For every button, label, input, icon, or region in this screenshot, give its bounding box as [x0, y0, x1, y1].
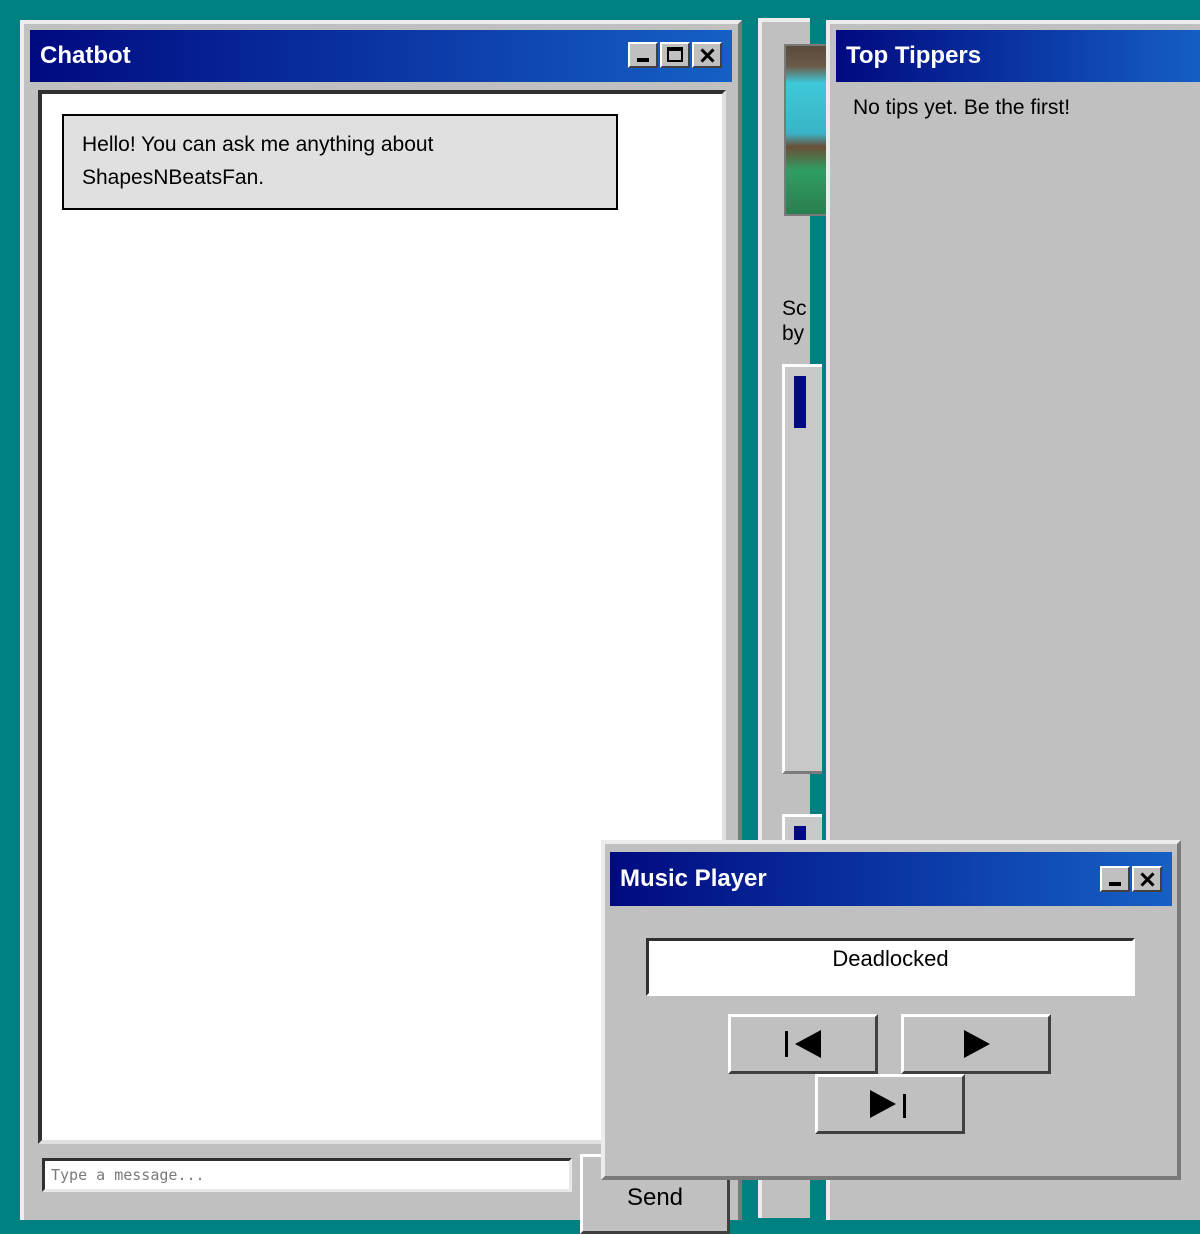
chatbot-titlebar[interactable]: Chatbot: [30, 30, 732, 82]
minimize-icon: [634, 47, 652, 63]
music-player-window-controls: [1100, 866, 1162, 892]
music-player-minimize-button[interactable]: [1100, 866, 1130, 892]
music-player-close-button[interactable]: [1132, 866, 1162, 892]
chatbot-close-button[interactable]: [692, 42, 722, 68]
previous-track-button[interactable]: [728, 1014, 878, 1074]
middle-panel-text: Sc by: [782, 296, 807, 346]
middle-text-line: Sc: [782, 297, 807, 320]
previous-track-icon: [783, 1030, 823, 1058]
message-input[interactable]: [42, 1158, 572, 1192]
top-tippers-title: Top Tippers: [846, 42, 982, 69]
now-playing-display: Deadlocked: [646, 938, 1135, 996]
close-icon: [1138, 871, 1156, 887]
music-player-window: Music Player Deadlocked: [601, 840, 1181, 1180]
chatbot-maximize-button[interactable]: [660, 42, 690, 68]
play-icon: [962, 1030, 990, 1058]
play-button[interactable]: [901, 1014, 1051, 1074]
music-player-title: Music Player: [620, 865, 767, 892]
middle-text-line: by: [782, 322, 805, 345]
top-tippers-titlebar[interactable]: Top Tippers: [836, 30, 1200, 82]
middle-list-panel[interactable]: [782, 364, 822, 774]
chatbot-title: Chatbot: [40, 42, 131, 69]
chatbot-minimize-button[interactable]: [628, 42, 658, 68]
tippers-empty-message: No tips yet. Be the first!: [853, 96, 1071, 119]
close-icon: [698, 47, 716, 63]
maximize-icon: [666, 47, 684, 63]
bot-message: Hello! You can ask me anything about Sha…: [62, 114, 618, 210]
next-track-icon: [870, 1090, 910, 1118]
music-player-titlebar[interactable]: Music Player: [610, 852, 1172, 906]
selection-bar: [794, 376, 806, 428]
next-track-button[interactable]: [815, 1074, 965, 1134]
thumbnail-image: [784, 44, 828, 216]
minimize-icon: [1106, 871, 1124, 887]
chatbot-window-controls: [628, 42, 722, 68]
